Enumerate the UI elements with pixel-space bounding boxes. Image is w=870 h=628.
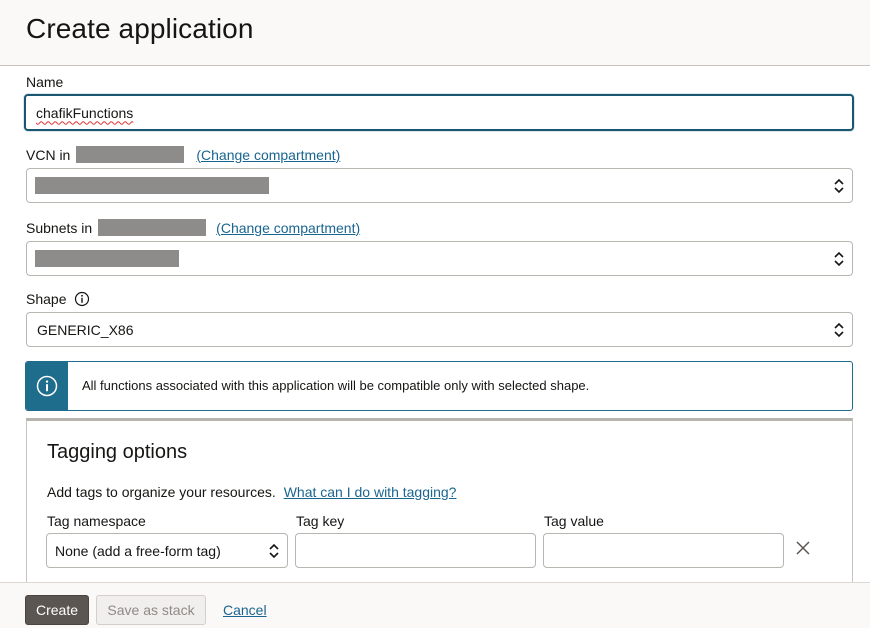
shape-label-row: Shape (26, 291, 90, 307)
redacted-subnet-value (35, 250, 179, 267)
cancel-link[interactable]: Cancel (223, 602, 267, 618)
page-title: Create application (26, 13, 254, 44)
shape-info-message: All functions associated with this appli… (25, 361, 853, 411)
updown-chevron-icon (834, 178, 844, 193)
info-icon[interactable] (74, 291, 90, 307)
shape-select-value: GENERIC_X86 (37, 321, 134, 338)
name-label: Name (26, 74, 64, 90)
tagging-description-row: Add tags to organize your resources. Wha… (47, 484, 456, 500)
redacted-vcn-value (35, 177, 269, 194)
tag-namespace-select[interactable]: None (add a free-form tag) (46, 533, 288, 568)
create-button[interactable]: Create (25, 595, 89, 625)
subnets-change-compartment-link[interactable]: (Change compartment) (216, 220, 360, 236)
name-input-value: chafikFunctions (36, 104, 134, 121)
vcn-select[interactable] (26, 168, 853, 203)
tag-value-input[interactable] (543, 533, 784, 568)
vcn-change-compartment-link[interactable]: (Change compartment) (196, 147, 340, 163)
updown-chevron-icon (834, 251, 844, 266)
subnets-label: Subnets in (26, 219, 93, 236)
info-message-text: All functions associated with this appli… (82, 378, 590, 393)
action-footer: Create Save as stack Cancel (0, 582, 870, 628)
subnet-select[interactable] (26, 241, 853, 276)
name-input[interactable]: chafikFunctions (24, 94, 854, 131)
redacted-compartment (76, 146, 185, 163)
subnets-label-row: Subnets in (Change compartment) (26, 219, 360, 236)
info-banner-icon-area (26, 362, 68, 410)
updown-chevron-icon (269, 543, 279, 558)
redacted-compartment (98, 219, 207, 236)
info-icon (36, 375, 58, 397)
tagging-description: Add tags to organize your resources. (47, 484, 276, 500)
tagging-options-panel: Tagging options Add tags to organize you… (26, 418, 853, 588)
tag-key-input[interactable] (295, 533, 536, 568)
tagging-title: Tagging options (47, 441, 188, 463)
shape-label: Shape (26, 291, 67, 307)
vcn-label-row: VCN in (Change compartment) (26, 146, 340, 163)
page-header: Create application (0, 0, 870, 66)
tag-namespace-value: None (add a free-form tag) (55, 542, 221, 559)
updown-chevron-icon (834, 322, 844, 337)
save-as-stack-button[interactable]: Save as stack (96, 595, 206, 625)
vcn-label: VCN in (26, 146, 71, 163)
tag-namespace-label: Tag namespace (47, 513, 146, 529)
tagging-help-link[interactable]: What can I do with tagging? (284, 484, 457, 500)
tag-value-label: Tag value (544, 513, 604, 529)
shape-select[interactable]: GENERIC_X86 (26, 312, 853, 347)
tag-key-label: Tag key (296, 513, 345, 529)
close-icon[interactable] (795, 540, 811, 556)
